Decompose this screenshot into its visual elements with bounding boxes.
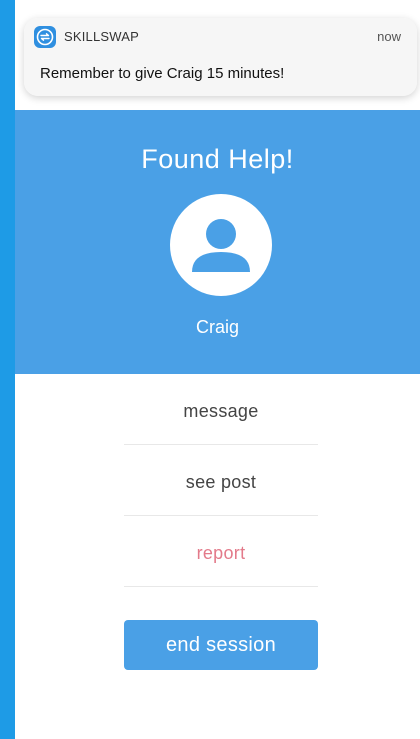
notification-message: Remember to give Craig 15 minutes!: [40, 65, 285, 82]
see-post-button[interactable]: see post: [124, 445, 318, 516]
found-help-panel: Found Help! Craig: [15, 110, 420, 374]
report-button[interactable]: report: [124, 516, 318, 587]
push-notification[interactable]: SKILLSWAP now Remember to give Craig 15 …: [24, 18, 417, 96]
helper-name: Craig: [195, 317, 239, 337]
session-menu: message see post report: [124, 374, 318, 587]
notification-app-name: SKILLSWAP: [64, 29, 140, 44]
end-session-button[interactable]: end session: [124, 620, 318, 670]
person-icon: [192, 219, 250, 272]
message-button[interactable]: message: [124, 374, 318, 445]
skillswap-app-icon: [34, 26, 56, 48]
avatar: [170, 194, 272, 296]
notification-time: now: [377, 29, 401, 44]
page-title: Found Help!: [141, 144, 294, 174]
